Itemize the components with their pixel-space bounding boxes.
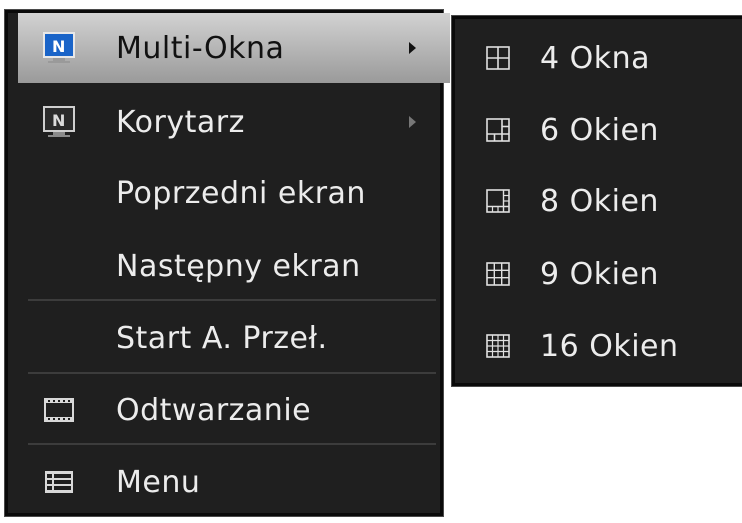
grid-9-icon <box>486 262 510 286</box>
submenu-item-9-okien[interactable]: 9 Okien <box>455 238 742 310</box>
svg-text:N: N <box>52 37 66 56</box>
menu-item-start-auto-switch[interactable]: Start A. Przeł. <box>18 303 450 373</box>
grid-6-icon <box>486 118 510 142</box>
submenu-item-4-okna[interactable]: 4 Okna <box>455 22 742 94</box>
list-icon <box>45 471 73 493</box>
film-icon <box>44 398 74 422</box>
submenu-item-6-okien[interactable]: 6 Okien <box>455 94 742 166</box>
chevron-right-icon <box>409 42 416 54</box>
submenu-item-label: 6 Okien <box>540 112 659 148</box>
grid-4-icon <box>486 46 510 70</box>
menu-item-poprzedni-ekran[interactable]: Poprzedni ekran <box>18 158 450 228</box>
menu-item-korytarz[interactable]: N Korytarz <box>18 87 450 157</box>
submenu-item-8-okien[interactable]: 8 Okien <box>455 165 742 237</box>
menu-separator <box>28 299 436 301</box>
svg-text:N: N <box>52 111 66 130</box>
submenu-item-16-okien[interactable]: 16 Okien <box>455 310 742 382</box>
menu-item-label: Następny ekran <box>116 248 361 284</box>
menu-item-label: Multi-Okna <box>116 30 285 66</box>
grid-8-icon <box>486 189 510 213</box>
menu-separator <box>28 372 436 374</box>
menu-item-label: Korytarz <box>116 104 245 140</box>
submenu-item-label: 9 Okien <box>540 256 659 292</box>
menu-item-label: Start A. Przeł. <box>116 320 328 356</box>
menu-item-odtwarzanie[interactable]: Odtwarzanie <box>18 375 450 445</box>
grid-16-icon <box>486 334 510 358</box>
menu-item-menu[interactable]: Menu <box>18 447 450 517</box>
chevron-right-icon <box>409 116 416 128</box>
main-menu: N Multi-Okna N Korytarz Poprzedni ekran … <box>4 9 450 517</box>
submenu-item-label: 16 Okien <box>540 328 679 364</box>
menu-item-label: Menu <box>116 464 201 500</box>
menu-item-label: Poprzedni ekran <box>116 175 366 211</box>
submenu-item-label: 4 Okna <box>540 40 651 76</box>
menu-item-nastepny-ekran[interactable]: Następny ekran <box>18 231 450 301</box>
monitor-n-icon: N <box>43 106 75 137</box>
menu-item-multi-okna[interactable]: N Multi-Okna <box>18 13 450 83</box>
menu-item-label: Odtwarzanie <box>116 392 312 428</box>
monitor-n-icon: N <box>43 32 75 63</box>
menu-separator <box>28 443 436 445</box>
multi-okna-submenu: 4 Okna 6 Okien 8 Okien 9 Okien 16 Okien <box>451 15 742 387</box>
submenu-item-label: 8 Okien <box>540 183 659 219</box>
